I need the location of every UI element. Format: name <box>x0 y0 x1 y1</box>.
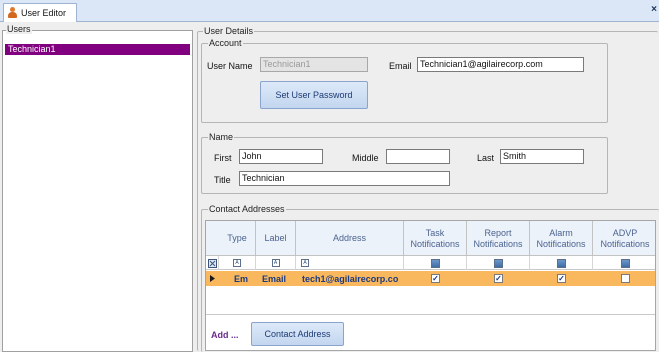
filter-cell-report[interactable] <box>467 256 530 270</box>
title-label: Title <box>214 175 231 185</box>
column-header-address[interactable]: Address <box>296 221 404 256</box>
alarm-notifications-checkbox[interactable]: ✓ <box>557 274 566 283</box>
user-icon <box>7 7 18 19</box>
tab-title: User Editor <box>21 8 67 18</box>
cell-task: ✓ <box>404 271 467 286</box>
filter-cell-address[interactable]: A <box>296 256 404 270</box>
column-header-alarm-notifications[interactable]: Alarm Notifications <box>530 221 593 256</box>
first-name-field[interactable]: John <box>239 149 323 164</box>
filter-cell-type[interactable]: A <box>219 256 256 270</box>
email-label: Email <box>389 61 412 71</box>
last-name-field[interactable]: Smith <box>500 149 584 164</box>
column-header-advp-notifications[interactable]: ADVP Notifications <box>593 221 655 256</box>
contact-addresses-caption: Contact Addresses <box>208 204 286 215</box>
column-header-report-notifications[interactable]: Report Notifications <box>467 221 530 256</box>
report-notifications-checkbox[interactable]: ✓ <box>494 274 503 283</box>
filter-row-indicator <box>206 256 219 270</box>
add-contact-address-button[interactable]: Contact Address <box>251 322 344 346</box>
account-group: Account User Name Technician1 Email Tech… <box>201 38 608 123</box>
grid-header: Type Label Address Task Notifications Re… <box>206 221 655 256</box>
title-field[interactable]: Technician <box>239 171 450 186</box>
contact-addresses-group: Contact Addresses Type Label Address Tas… <box>201 204 659 352</box>
filter-icon[interactable] <box>207 258 217 268</box>
account-caption: Account <box>208 38 243 49</box>
user-details-group: User Details Account User Name Technicia… <box>197 26 659 352</box>
current-row-arrow-icon <box>210 271 219 286</box>
checkbox-filter-icon <box>493 258 503 268</box>
cell-report: ✓ <box>467 271 530 286</box>
text-filter-icon: A <box>271 259 280 267</box>
main-area: Technician1 Users User Details Account U… <box>0 22 659 352</box>
column-header-task-notifications[interactable]: Task Notifications <box>404 221 467 256</box>
users-caption: Users <box>6 24 32 34</box>
column-header-type[interactable]: Type <box>219 221 256 256</box>
name-group: Name First John Middle Last Smith Title … <box>201 132 608 194</box>
checkbox-filter-icon <box>430 258 440 268</box>
last-name-label: Last <box>477 153 495 163</box>
tab-user-editor[interactable]: User Editor <box>3 3 77 22</box>
column-header-label[interactable]: Label <box>256 221 296 256</box>
filter-cell-alarm[interactable] <box>530 256 593 270</box>
text-filter-icon: A <box>233 259 241 267</box>
cell-label[interactable]: Email <box>262 271 296 286</box>
cell-type[interactable]: Em <box>234 271 256 286</box>
username-label: User Name <box>207 61 253 71</box>
checkbox-filter-icon <box>556 258 566 268</box>
advp-notifications-checkbox[interactable] <box>620 274 630 283</box>
tab-bar: User Editor × <box>0 0 659 22</box>
filter-cell-label[interactable]: A <box>256 256 296 270</box>
user-details-caption: User Details <box>203 26 255 37</box>
row-indicator-header <box>206 221 219 256</box>
grid-divider <box>206 314 655 315</box>
task-notifications-checkbox[interactable]: ✓ <box>431 274 440 283</box>
cell-advp <box>593 271 655 286</box>
username-field: Technician1 <box>260 57 368 72</box>
users-list[interactable]: Technician1 <box>2 30 193 352</box>
users-panel: Technician1 Users <box>2 24 193 352</box>
filter-cell-task[interactable] <box>404 256 467 270</box>
first-name-label: First <box>214 153 232 163</box>
set-user-password-button[interactable]: Set User Password <box>260 81 368 109</box>
text-filter-icon: A <box>301 259 309 267</box>
filter-cell-advp[interactable] <box>593 256 655 270</box>
name-caption: Name <box>208 132 235 143</box>
cell-address[interactable]: tech1@agilairecorp.co <box>302 271 404 286</box>
add-label[interactable]: Add ... <box>211 330 239 340</box>
checkbox-filter-icon <box>620 258 630 268</box>
filter-row: A A A <box>206 256 655 270</box>
close-icon[interactable]: × <box>651 4 657 15</box>
middle-name-label: Middle <box>352 153 379 163</box>
email-field[interactable]: Technician1@agilairecorp.com <box>417 57 584 72</box>
user-list-item[interactable]: Technician1 <box>5 44 190 55</box>
table-row[interactable]: Em Email tech1@agilairecorp.co ✓ ✓ ✓ <box>206 271 655 286</box>
middle-name-field[interactable] <box>386 149 450 164</box>
contact-addresses-grid: Type Label Address Task Notifications Re… <box>205 220 656 351</box>
cell-alarm: ✓ <box>530 271 593 286</box>
